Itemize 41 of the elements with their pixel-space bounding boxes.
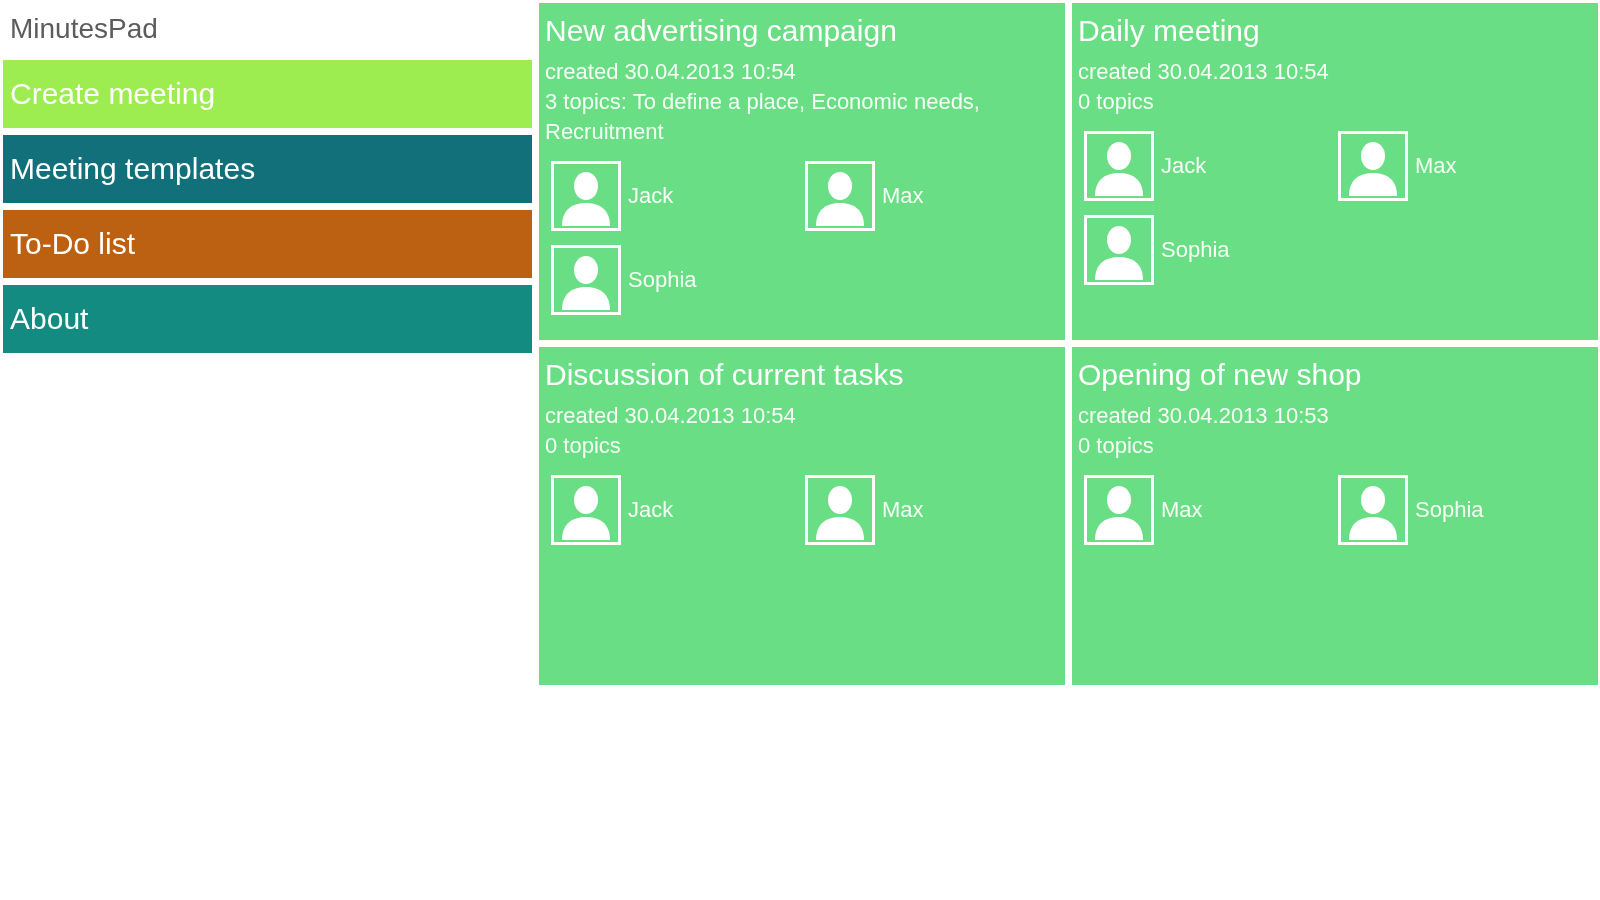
created-date: created 30.04.2013 10:54 bbox=[545, 58, 797, 86]
person-icon bbox=[551, 475, 621, 545]
created-date: created 30.04.2013 10:53 bbox=[1078, 402, 1330, 430]
person-icon bbox=[551, 161, 621, 231]
participant-name: Sophia bbox=[628, 267, 697, 293]
meeting-card[interactable]: New advertising campaign created 30.04.2013 10:54 3 topics: To define a place, Economic needs, Recruitment Jack Max Sophia bbox=[539, 3, 1065, 340]
participant-name: Sophia bbox=[1415, 497, 1484, 523]
person-icon bbox=[805, 475, 875, 545]
created-date: created 30.04.2013 10:54 bbox=[545, 402, 797, 430]
meeting-card[interactable]: Daily meeting created 30.04.2013 10:54 0 topics Jack Max Sophia bbox=[1072, 3, 1598, 340]
topics-summary: 0 topics bbox=[545, 432, 622, 460]
topics-summary: 3 topics: To define a place, Economic needs, Recruitment bbox=[545, 88, 981, 146]
participant-name: Jack bbox=[1161, 153, 1207, 179]
meeting-title: Opening of new shop bbox=[1078, 357, 1363, 393]
menu-item[interactable]: To-Do list bbox=[3, 210, 532, 278]
meeting-card[interactable]: Opening of new shop created 30.04.2013 10:53 0 topics Max Sophia bbox=[1072, 347, 1598, 685]
meeting-title: Daily meeting bbox=[1078, 13, 1261, 49]
participant-name: Jack bbox=[628, 497, 674, 523]
person-icon bbox=[1338, 131, 1408, 201]
participant-name: Max bbox=[1415, 153, 1457, 179]
topics-summary: 0 topics bbox=[1078, 88, 1155, 116]
created-date: created 30.04.2013 10:54 bbox=[1078, 58, 1330, 86]
person-icon bbox=[1084, 131, 1154, 201]
person-icon bbox=[805, 161, 875, 231]
participant-name: Jack bbox=[628, 183, 674, 209]
topics-summary: 0 topics bbox=[1078, 432, 1155, 460]
app-title: MinutesPad bbox=[9, 11, 159, 46]
person-icon bbox=[1084, 215, 1154, 285]
menu-item[interactable]: About bbox=[3, 285, 532, 353]
person-icon bbox=[551, 245, 621, 315]
participant-name: Max bbox=[882, 183, 924, 209]
person-icon bbox=[1338, 475, 1408, 545]
meeting-card[interactable]: Discussion of current tasks created 30.04.2013 10:54 0 topics Jack Max bbox=[539, 347, 1065, 685]
meeting-title: New advertising campaign bbox=[545, 13, 898, 49]
menu-item[interactable]: Meeting templates bbox=[3, 135, 532, 203]
person-icon bbox=[1084, 475, 1154, 545]
participant-name: Max bbox=[882, 497, 924, 523]
participant-name: Max bbox=[1161, 497, 1203, 523]
menu-item[interactable]: Create meeting bbox=[3, 60, 532, 128]
participant-name: Sophia bbox=[1161, 237, 1230, 263]
meeting-title: Discussion of current tasks bbox=[545, 357, 905, 393]
